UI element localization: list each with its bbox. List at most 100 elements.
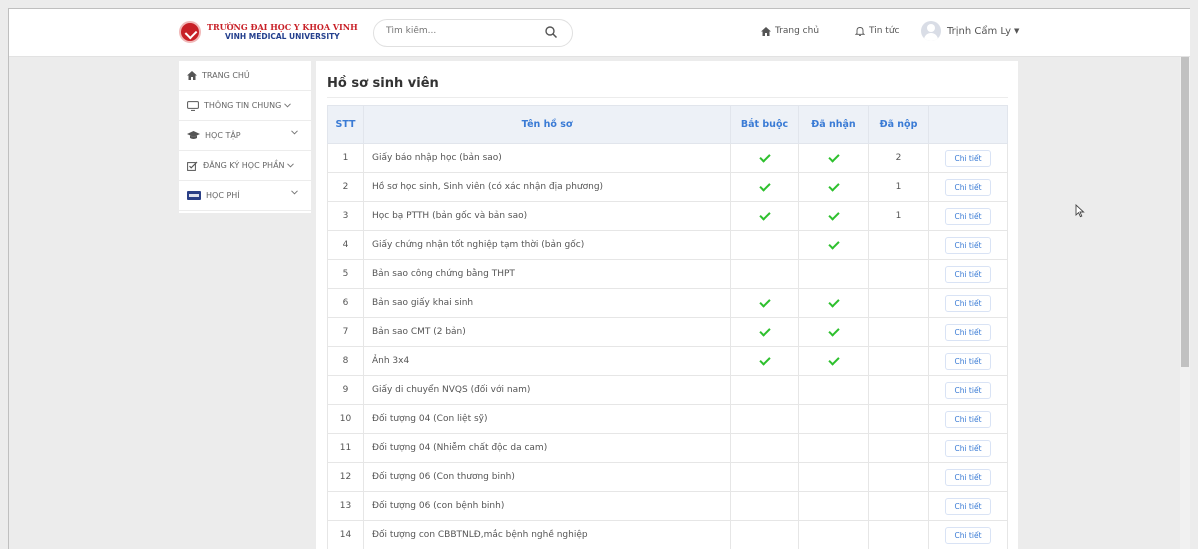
detail-button[interactable]: Chi tiết — [945, 410, 991, 428]
search-box — [373, 19, 573, 47]
table-row: 14 Đối tượng con CBBTNLĐ,mắc bệnh nghề ng… — [327, 520, 1008, 549]
nav-news-link[interactable]: Tin tức — [855, 26, 899, 36]
row-received — [798, 259, 869, 289]
row-actions: Chi tiết — [928, 317, 1008, 347]
row-document-name: Học bạ PTTH (bản gốc và bản sao) — [363, 201, 731, 231]
detail-button[interactable]: Chi tiết — [945, 323, 991, 341]
check-icon — [827, 296, 840, 308]
detail-button[interactable]: Chi tiết — [945, 178, 991, 196]
row-stt: 12 — [327, 462, 364, 492]
top-navbar: TRƯỜNG ĐẠI HỌC Y KHOA VINH VINH MEDICAL … — [9, 9, 1190, 57]
row-actions: Chi tiết — [928, 172, 1008, 202]
detail-button[interactable]: Chi tiết — [945, 526, 991, 544]
row-document-name: Bản sao CMT (2 bản) — [363, 317, 731, 347]
row-required — [730, 259, 799, 289]
detail-button[interactable]: Chi tiết — [945, 381, 991, 399]
row-stt: 5 — [327, 259, 364, 289]
row-received — [798, 375, 869, 405]
row-received — [798, 201, 869, 231]
sidebar: TRANG CHỦ THÔNG TIN CHUNG HỌC TẬP ĐĂNG K… — [179, 61, 311, 213]
check-icon — [827, 209, 840, 221]
row-received — [798, 491, 869, 521]
column-header-submitted: Đã nộp — [868, 105, 929, 144]
row-stt: 9 — [327, 375, 364, 405]
row-submitted — [868, 230, 929, 260]
row-received — [798, 143, 869, 173]
chevron-down-icon — [291, 190, 298, 195]
table-row: 3 Học bạ PTTH (bản gốc và bản sao) 1 Chi ti… — [327, 201, 1008, 231]
monitor-icon — [187, 100, 199, 111]
row-received — [798, 520, 869, 549]
row-actions: Chi tiết — [928, 404, 1008, 434]
edit-icon — [187, 161, 198, 171]
user-menu[interactable]: Trịnh Cẩm Ly ▼ — [921, 21, 1019, 41]
row-submitted: 1 — [868, 201, 929, 231]
search-icon[interactable] — [544, 25, 558, 39]
nav-home-link[interactable]: Trang chủ — [761, 26, 819, 36]
row-document-name: Đối tượng 06 (con bệnh binh) — [363, 491, 731, 521]
table-row: 4 Giấy chứng nhận tốt nghiệp tạm thời (bả… — [327, 230, 1008, 260]
row-document-name: Giấy chứng nhận tốt nghiệp tạm thời (bản… — [363, 230, 731, 260]
detail-button[interactable]: Chi tiết — [945, 352, 991, 370]
row-stt: 1 — [327, 143, 364, 173]
detail-button[interactable]: Chi tiết — [945, 439, 991, 457]
nav-home-label: Trang chủ — [775, 26, 820, 36]
detail-button[interactable]: Chi tiết — [945, 294, 991, 312]
row-received — [798, 404, 869, 434]
detail-button[interactable]: Chi tiết — [945, 468, 991, 486]
row-submitted — [868, 404, 929, 434]
university-logo[interactable]: TRƯỜNG ĐẠI HỌC Y KHOA VINH VINH MEDICAL … — [179, 21, 358, 43]
home-icon — [761, 26, 771, 36]
row-required — [730, 172, 799, 202]
sidebar-item-general-info[interactable]: THÔNG TIN CHUNG — [179, 91, 311, 121]
check-icon — [758, 209, 771, 221]
row-actions: Chi tiết — [928, 375, 1008, 405]
row-submitted: 2 — [868, 143, 929, 173]
chevron-down-icon — [291, 130, 298, 135]
row-actions: Chi tiết — [928, 230, 1008, 260]
row-stt: 14 — [327, 520, 364, 549]
row-actions: Chi tiết — [928, 288, 1008, 318]
detail-button[interactable]: Chi tiết — [945, 265, 991, 283]
row-document-name: Đối tượng 06 (Con thương binh) — [363, 462, 731, 492]
row-document-name: Hồ sơ học sinh, Sinh viên (có xác nhận đ… — [363, 172, 731, 202]
row-document-name: Đối tượng 04 (Con liệt sỹ) — [363, 404, 731, 434]
check-icon — [758, 151, 771, 163]
logo-title: TRƯỜNG ĐẠI HỌC Y KHOA VINH — [207, 22, 358, 32]
row-received — [798, 462, 869, 492]
row-actions: Chi tiết — [928, 520, 1008, 549]
detail-button[interactable]: Chi tiết — [945, 497, 991, 515]
row-stt: 3 — [327, 201, 364, 231]
row-document-name: Bản sao giấy khai sinh — [363, 288, 731, 318]
sidebar-item-label: TRANG CHỦ — [202, 71, 250, 80]
row-stt: 2 — [327, 172, 364, 202]
row-required — [730, 201, 799, 231]
table-row: 7 Bản sao CMT (2 bản) Chi tiết — [327, 317, 1008, 347]
sidebar-item-study[interactable]: HỌC TẬP — [179, 121, 311, 151]
detail-button[interactable]: Chi tiết — [945, 207, 991, 225]
sidebar-item-course-registration[interactable]: ĐĂNG KÝ HỌC PHẦN — [179, 151, 311, 181]
graduation-cap-icon — [187, 131, 200, 139]
scrollbar-thumb[interactable] — [1181, 57, 1189, 367]
sidebar-item-label: THÔNG TIN CHUNG — [204, 101, 282, 110]
sidebar-item-home[interactable]: TRANG CHỦ — [179, 61, 311, 91]
detail-button[interactable]: Chi tiết — [945, 149, 991, 167]
row-submitted — [868, 520, 929, 549]
sidebar-item-tuition[interactable]: HỌC PHÍ — [179, 181, 311, 211]
user-name: Trịnh Cẩm Ly — [947, 25, 1011, 37]
records-table: STT Tên hồ sơ Bắt buộc Đã nhận Đã nộp 1G… — [327, 105, 1008, 549]
row-stt: 4 — [327, 230, 364, 260]
table-row: 13 Đối tượng 06 (con bệnh binh) Chi tiết — [327, 491, 1008, 521]
row-submitted: 1 — [868, 172, 929, 202]
home-icon — [187, 71, 197, 80]
table-row: 6 Bản sao giấy khai sinh Chi tiết — [327, 288, 1008, 318]
table-row: 11 Đối tượng 04 (Nhiễm chất độc da cam) Ch… — [327, 433, 1008, 463]
row-submitted — [868, 433, 929, 463]
row-received — [798, 230, 869, 260]
page-title: Hồ sơ sinh viên — [327, 76, 439, 91]
row-stt: 6 — [327, 288, 364, 318]
search-input[interactable] — [386, 26, 536, 36]
row-required — [730, 491, 799, 521]
detail-button[interactable]: Chi tiết — [945, 236, 991, 254]
row-submitted — [868, 491, 929, 521]
